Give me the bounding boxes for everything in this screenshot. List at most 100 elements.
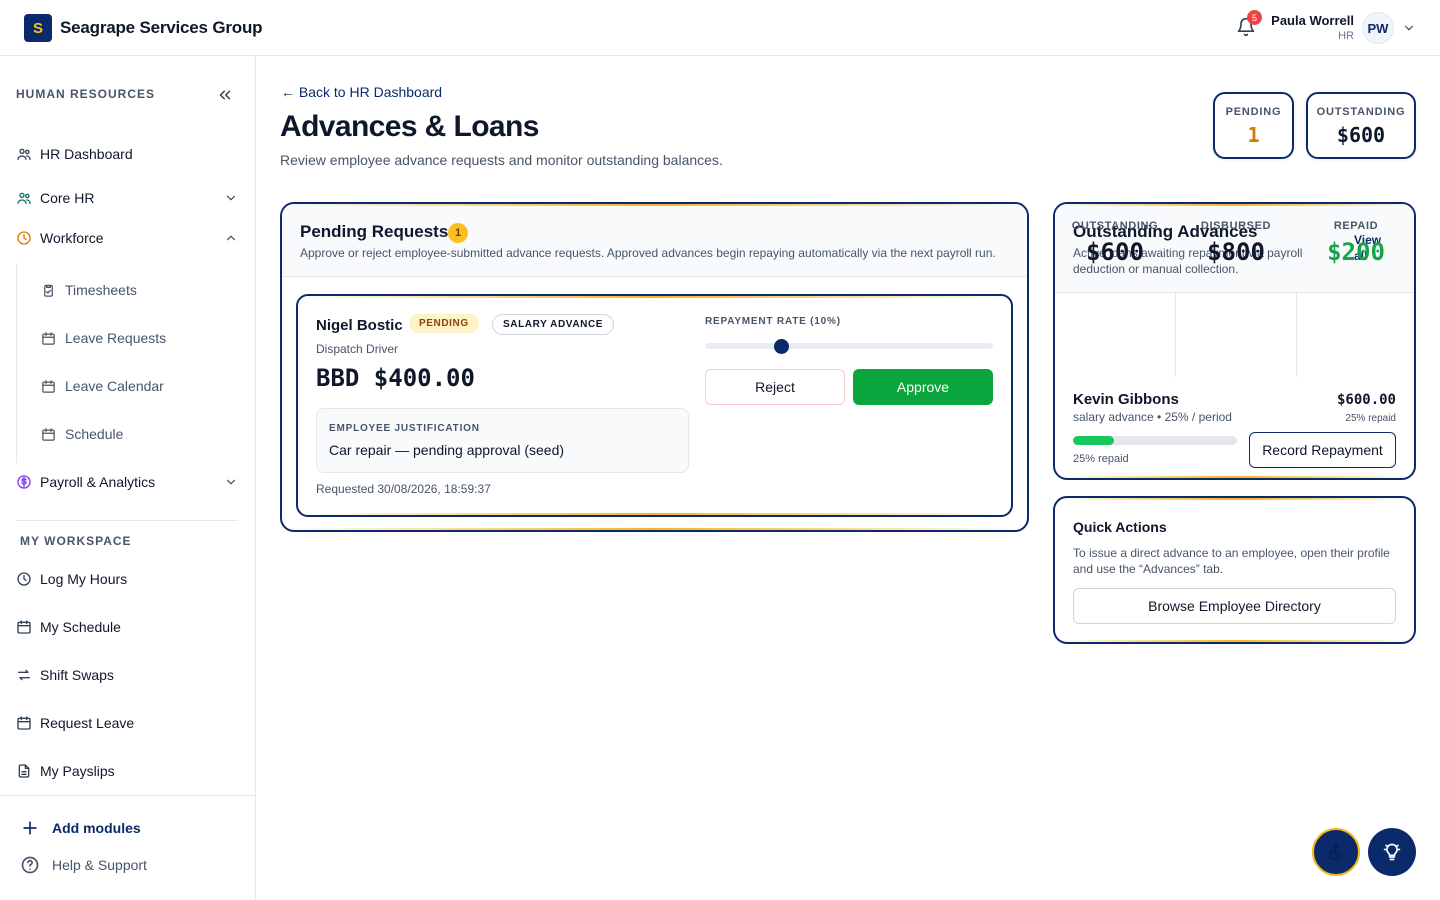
sidebar-section-workspace: MY WORKSPACE: [20, 534, 132, 548]
sidebar-item-my-schedule[interactable]: My Schedule: [16, 611, 240, 643]
help-support-label: Help & Support: [52, 857, 147, 873]
reject-button[interactable]: Reject: [705, 369, 845, 405]
brand-logo[interactable]: S: [24, 14, 52, 42]
gold-accent-bottom: [298, 513, 1011, 515]
stat-value: $200: [1327, 238, 1385, 266]
quick-actions-title: Quick Actions: [1073, 519, 1167, 535]
justification-box: EMPLOYEE JUSTIFICATION Car repair — pend…: [316, 408, 689, 473]
sidebar-item-workforce[interactable]: Workforce: [16, 222, 240, 254]
brand-name[interactable]: Seagrape Services Group: [60, 18, 263, 38]
sidebar-item-shift-swaps[interactable]: Shift Swaps: [16, 659, 240, 691]
sidebar-item-label: My Payslips: [40, 763, 115, 779]
sidebar-subitem-schedule[interactable]: Schedule: [41, 418, 241, 450]
sidebar-item-core-hr[interactable]: Core HR: [16, 182, 240, 214]
add-modules-label: Add modules: [52, 820, 141, 836]
sidebar-item-hr-dashboard[interactable]: HR Dashboard: [16, 138, 240, 170]
accessibility-button[interactable]: [1312, 828, 1360, 876]
browse-employee-directory-button[interactable]: Browse Employee Directory: [1073, 588, 1396, 624]
status-badge: PENDING: [409, 314, 479, 333]
notification-badge: 5: [1247, 10, 1262, 25]
chevron-down-icon: [226, 479, 236, 485]
sidebar-item-label: Shift Swaps: [40, 667, 114, 683]
help-support-link[interactable]: Help & Support: [20, 855, 147, 875]
pending-requests-description: Approve or reject employee-submitted adv…: [300, 246, 996, 260]
repayment-rate-slider-handle[interactable]: [773, 339, 789, 354]
repayment-rate-slider[interactable]: [705, 343, 993, 349]
clipboard-icon: [41, 283, 56, 298]
page-subtitle: Review employee advance requests and mon…: [280, 152, 723, 168]
sidebar-subitem-leave-calendar[interactable]: Leave Calendar: [41, 370, 241, 402]
stat-value: $800: [1207, 238, 1265, 266]
gold-accent-top: [298, 296, 1011, 298]
plus-icon: [23, 821, 37, 835]
sidebar-item-payroll-analytics[interactable]: Payroll & Analytics: [16, 466, 240, 498]
lightbulb-icon: [1383, 843, 1401, 861]
quick-actions-description: To issue a direct advance to an employee…: [1073, 546, 1390, 576]
sidebar-bottom-divider: [0, 795, 255, 796]
swap-icon: [16, 667, 32, 683]
loan-employee-name: Kevin Gibbons: [1073, 391, 1179, 408]
chevron-down-icon[interactable]: [1402, 21, 1416, 35]
pending-summary-label: PENDING: [1225, 106, 1282, 118]
stat-divider: [1296, 293, 1297, 377]
approve-button[interactable]: Approve: [853, 369, 993, 405]
gold-accent-top: [1055, 498, 1414, 500]
help-circle-icon: [21, 856, 39, 874]
add-modules-button[interactable]: Add modules: [20, 818, 141, 838]
sidebar: HUMAN RESOURCES HR Dashboard Core HR Wor…: [0, 56, 256, 900]
sidebar-item-request-leave[interactable]: Request Leave: [16, 707, 240, 739]
stat-outstanding: OUTSTANDING $600: [1055, 204, 1175, 288]
stat-divider: [1175, 293, 1176, 377]
sidebar-item-label: Payroll & Analytics: [40, 474, 156, 490]
outstanding-summary-label: OUTSTANDING: [1316, 106, 1406, 118]
sidebar-subitem-label: Schedule: [65, 426, 124, 442]
sidebar-subitem-label: Leave Requests: [65, 330, 167, 346]
employee-name: Nigel Bostic: [316, 317, 403, 334]
sidebar-item-label: Log My Hours: [40, 571, 128, 587]
stat-value: $600: [1086, 238, 1144, 266]
dollar-icon: [16, 474, 32, 490]
page-title: Advances & Loans: [280, 110, 539, 143]
calendar-icon: [41, 379, 56, 394]
advance-type-badge: SALARY ADVANCE: [492, 314, 615, 335]
sidebar-subitem-leave-requests[interactable]: Leave Requests: [41, 322, 241, 354]
pending-requests-title: Pending Requests: [300, 222, 449, 241]
gold-accent-bottom: [282, 528, 1027, 530]
top-bar: S Seagrape Services Group 5 Paula Worrel…: [0, 0, 1440, 56]
sidebar-item-log-my-hours[interactable]: Log My Hours: [16, 563, 240, 595]
employee-role: Dispatch Driver: [316, 342, 399, 356]
justification-label: EMPLOYEE JUSTIFICATION: [329, 423, 480, 434]
back-to-hr-dashboard-link[interactable]: ← Back to HR Dashboard: [281, 84, 442, 100]
calendar-icon: [16, 715, 32, 731]
user-name[interactable]: Paula Worrell: [1271, 13, 1354, 28]
advance-request-card: Nigel Bostic PENDING SALARY ADVANCE Disp…: [296, 294, 1013, 517]
ideas-button[interactable]: [1368, 828, 1416, 876]
calendar-icon: [16, 619, 32, 635]
stat-repaid: REPAID $200: [1297, 204, 1414, 288]
record-repayment-button[interactable]: Record Repayment: [1249, 432, 1396, 468]
gold-accent-top: [282, 204, 1027, 206]
loan-progress-bar: [1073, 436, 1237, 445]
requested-date: Requested 30/08/2026, 18:59:37: [316, 482, 491, 496]
stat-label: OUTSTANDING: [1071, 220, 1159, 232]
calendar-icon: [41, 331, 56, 346]
outstanding-summary: OUTSTANDING $600: [1306, 92, 1416, 159]
pending-summary-value: 1: [1247, 123, 1260, 147]
stat-disbursed: DISBURSED $800: [1176, 204, 1296, 288]
collapse-sidebar-icon[interactable]: [216, 86, 234, 104]
loan-progress-label: 25% repaid: [1073, 453, 1129, 465]
loan-repaid-percent: 25% repaid: [1345, 413, 1396, 424]
sidebar-item-my-payslips[interactable]: My Payslips: [16, 755, 240, 787]
accessibility-icon: [1329, 844, 1342, 860]
sidebar-item-label: Request Leave: [40, 715, 135, 731]
sidebar-subitem-timesheets[interactable]: Timesheets: [41, 274, 241, 306]
avatar[interactable]: PW: [1362, 12, 1394, 44]
pending-requests-header: Pending Requests 1 Approve or reject emp…: [282, 204, 1027, 277]
sidebar-item-label: Workforce: [40, 230, 104, 246]
clock-icon: [16, 571, 32, 587]
calendar-icon: [41, 427, 56, 442]
pending-requests-card: Pending Requests 1 Approve or reject emp…: [280, 202, 1029, 532]
sidebar-item-label: HR Dashboard: [40, 146, 133, 162]
pending-count-badge: 1: [448, 223, 468, 243]
repayment-rate-label: REPAYMENT RATE (10%): [705, 316, 841, 327]
